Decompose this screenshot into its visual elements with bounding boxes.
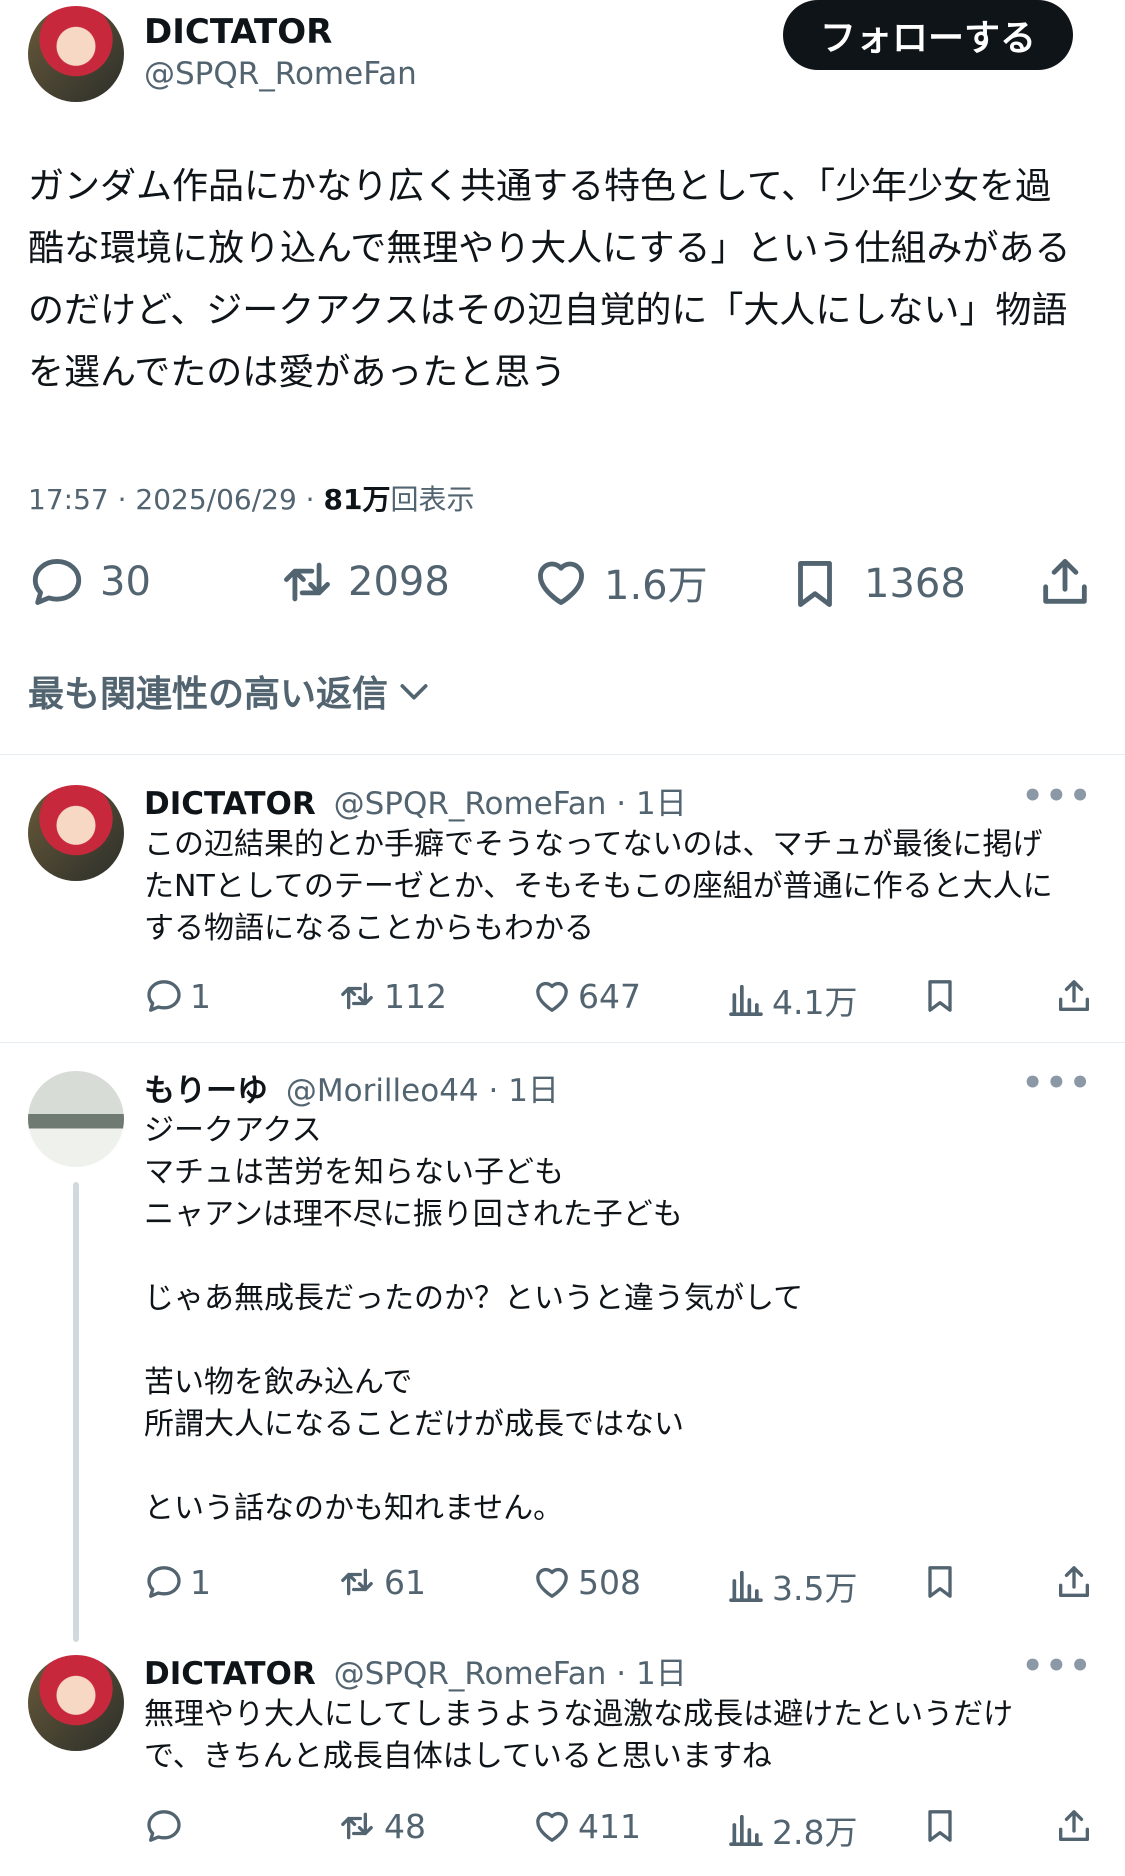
more-options-icon[interactable]: ••• (1022, 1063, 1093, 1103)
reply-sort-dropdown[interactable]: 最も関連性の高い返信 (28, 665, 434, 717)
repost-count: 48 (384, 1806, 426, 1846)
reply-header: もりーゆ @Morilleo44 · 1日 (144, 1065, 559, 1110)
bookmark-count: 1368 (864, 561, 966, 607)
like-count: 508 (578, 1562, 641, 1602)
bookmark-button[interactable] (920, 976, 960, 1016)
bookmark-button[interactable] (920, 1806, 960, 1846)
views-button[interactable]: 3.5万 (726, 1562, 857, 1610)
heart-icon (532, 1806, 572, 1846)
post-meta: 17:57 · 2025/06/29 · 81万回表示 (28, 478, 474, 518)
reply-text: 無理やり大人にしてしまうような過激な成長は避けたというだけ で、きちんと成長自体… (144, 1697, 1014, 1774)
share-icon (1054, 976, 1094, 1016)
like-button[interactable]: 508 (532, 1562, 641, 1602)
share-button[interactable] (1054, 1562, 1094, 1602)
divider (0, 1042, 1125, 1043)
bookmark-icon (920, 1562, 960, 1602)
reply-button[interactable]: 30 (28, 553, 151, 611)
more-options-icon[interactable]: ••• (1022, 776, 1093, 816)
post-time: 17:57 · 2025/06/29 · (28, 483, 324, 516)
reply-text: この辺結果的とか手癖でそうなってないのは、マチュが最後に掲げ たNTとしてのテー… (144, 827, 1053, 946)
reply-icon (144, 1562, 184, 1602)
repost-icon (336, 1806, 378, 1846)
more-options-icon[interactable]: ••• (1022, 1646, 1093, 1686)
views-button[interactable]: 2.8万 (726, 1806, 857, 1854)
bookmark-button[interactable]: 1368 (786, 553, 966, 615)
reply-author-name[interactable]: DICTATOR (144, 786, 316, 822)
analytics-icon (726, 1566, 766, 1606)
heart-icon (532, 1562, 572, 1602)
reply-button[interactable]: 1 (144, 976, 211, 1016)
analytics-icon (726, 980, 766, 1020)
bookmark-icon (786, 553, 844, 615)
post-text: ガンダム作品にかなり広く共通する特色として、「少年少女を過 酷な環境に放り込んで… (28, 156, 1098, 404)
heart-icon (532, 553, 590, 611)
view-count: 4.1万 (772, 983, 858, 1022)
chevron-down-icon (400, 684, 428, 700)
thread-line (73, 1182, 79, 1642)
repost-button[interactable]: 61 (336, 1562, 426, 1602)
like-button[interactable]: 411 (532, 1806, 641, 1846)
post-text-line: ガンダム作品にかなり広く共通する特色として、「少年少女を過 (28, 166, 1052, 207)
repost-icon (336, 1562, 378, 1602)
avatar[interactable] (28, 1655, 124, 1751)
avatar[interactable] (28, 1071, 124, 1167)
repost-count: 112 (384, 976, 447, 1016)
repost-count: 2098 (348, 559, 450, 605)
author-handle[interactable]: @SPQR_RomeFan (144, 56, 417, 92)
reply-icon (144, 976, 184, 1016)
repost-button[interactable]: 112 (336, 976, 447, 1016)
reply-author-handle[interactable]: @SPQR_RomeFan · 1日 (334, 786, 687, 822)
views-button[interactable]: 4.1万 (726, 976, 857, 1024)
reply-header: DICTATOR @SPQR_RomeFan · 1日 (144, 1648, 687, 1693)
reply-button[interactable]: 1 (144, 1562, 211, 1602)
view-count: 2.8万 (772, 1813, 858, 1852)
like-count: 1.6万 (604, 563, 708, 609)
repost-button[interactable]: 2098 (276, 553, 450, 611)
reply-count: 1 (190, 1562, 211, 1602)
like-count: 411 (578, 1806, 641, 1846)
share-icon (1036, 553, 1094, 611)
post-text-line: を選んでたのは愛があったと思う (28, 352, 567, 393)
author-name[interactable]: DICTATOR (144, 12, 332, 52)
reply-icon (144, 1806, 184, 1846)
view-count[interactable]: 81万 (323, 483, 390, 516)
post-text-line: 酷な環境に放り込んで無理やり大人にする」という仕組みがある (28, 228, 1071, 269)
like-button[interactable]: 1.6万 (532, 553, 708, 611)
reply-author-name[interactable]: DICTATOR (144, 1656, 316, 1692)
avatar[interactable] (28, 785, 124, 881)
reply-author-handle[interactable]: @SPQR_RomeFan · 1日 (334, 1656, 687, 1692)
avatar[interactable] (28, 6, 124, 102)
reply-author-handle[interactable]: @Morilleo44 · 1日 (286, 1073, 559, 1109)
reply-text: ジークアクス マチュは苦労を知らない子ども ニャアンは理不尽に振り回された子ども… (144, 1113, 804, 1526)
share-icon (1054, 1562, 1094, 1602)
bookmark-icon (920, 976, 960, 1016)
analytics-icon (726, 1810, 766, 1850)
bookmark-icon (920, 1806, 960, 1846)
share-button[interactable] (1054, 976, 1094, 1016)
reply-author-name[interactable]: もりーゆ (144, 1073, 268, 1109)
repost-icon (276, 553, 338, 611)
view-label: 回表示 (390, 483, 475, 516)
reply-button[interactable] (144, 1806, 190, 1846)
repost-button[interactable]: 48 (336, 1806, 426, 1846)
share-icon (1054, 1806, 1094, 1846)
follow-button[interactable]: フォローする (783, 0, 1073, 70)
divider (0, 754, 1125, 755)
like-count: 647 (578, 976, 641, 1016)
like-button[interactable]: 647 (532, 976, 641, 1016)
heart-icon (532, 976, 572, 1016)
reply-count: 30 (100, 559, 151, 605)
bookmark-button[interactable] (920, 1562, 960, 1602)
reply-sort-label: 最も関連性の高い返信 (28, 674, 389, 715)
repost-count: 61 (384, 1562, 426, 1602)
share-button[interactable] (1054, 1806, 1094, 1846)
view-count: 3.5万 (772, 1569, 858, 1608)
reply-count: 1 (190, 976, 211, 1016)
reply-header: DICTATOR @SPQR_RomeFan · 1日 (144, 778, 687, 823)
share-button[interactable] (1036, 553, 1094, 611)
reply-icon (28, 553, 86, 611)
repost-icon (336, 976, 378, 1016)
post-text-line: のだけど、ジークアクスはその辺自覚的に「大人にしない」物語 (28, 290, 1068, 331)
